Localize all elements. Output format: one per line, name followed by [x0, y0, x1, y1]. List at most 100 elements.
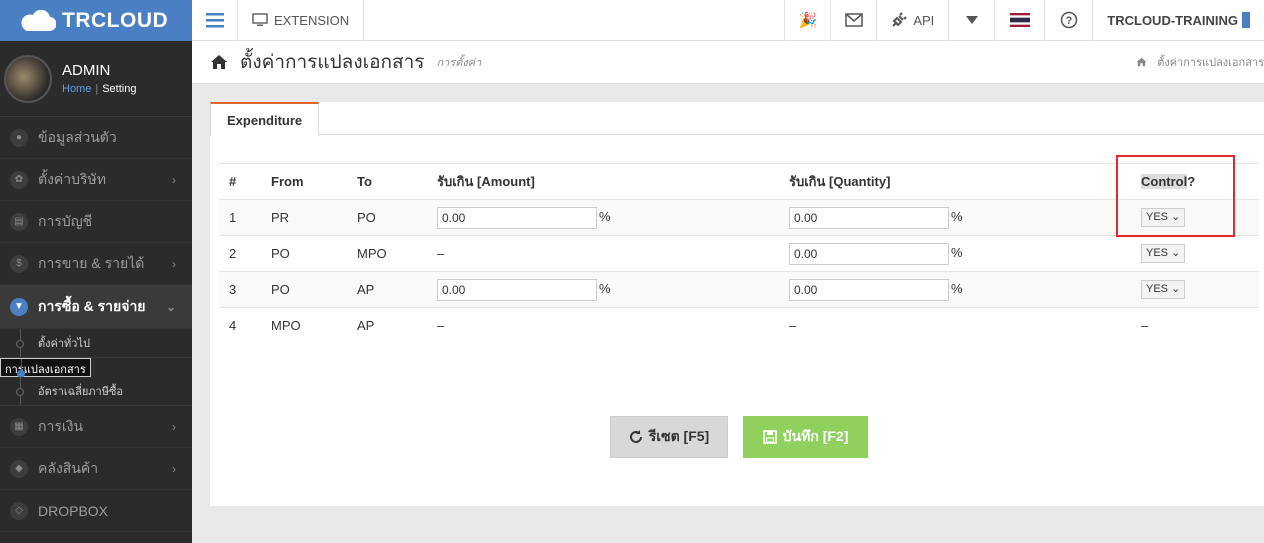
sidebar-item-label: การบัญชี [38, 212, 93, 229]
table-row: 4 MPO AP – – – [219, 307, 1259, 344]
quantity-cell: 0.00% [779, 271, 1131, 308]
sidebar-item-dropbox[interactable]: ◇ DROPBOX [0, 490, 192, 532]
extension-button[interactable]: EXTENSION [238, 0, 365, 41]
tab-expenditure[interactable]: Expenditure [210, 102, 320, 136]
top-navbar: EXTENSION 🎉 API ? TRCLOUD-TRAINING [192, 0, 1264, 41]
sidebar-item-label: DROPBOX [38, 502, 109, 519]
mail-button[interactable] [831, 0, 878, 41]
control-cell: – [1131, 307, 1259, 344]
chevron-right-icon: › [172, 461, 176, 476]
percent-label: % [951, 208, 963, 224]
user-icon: ● [10, 128, 28, 147]
sidebar-item-label: คลังสินค้า [38, 459, 99, 476]
user-menu[interactable]: TRCLOUD-TRAINING [1093, 0, 1264, 41]
sidebar-item-purchases[interactable]: ▼ การซื้อ & รายจ่าย ⌄ [0, 285, 192, 329]
chevron-down-icon: ⌄ [165, 299, 176, 314]
quantity-input[interactable]: 0.00 [789, 278, 949, 301]
row-num: 1 [219, 199, 261, 236]
control-select[interactable]: YES ⌄ [1141, 208, 1186, 227]
svg-text:?: ? [1065, 15, 1072, 27]
row-to: AP [347, 271, 427, 308]
control-value: YES [1146, 211, 1169, 223]
row-to: PO [347, 199, 427, 236]
quantity-input[interactable]: 0.00 [789, 242, 949, 265]
plug-icon [892, 12, 908, 27]
table-row: 2 PO MPO – 0.00% YES ⌄ [219, 235, 1259, 272]
control-cell: YES ⌄ [1131, 235, 1259, 272]
avatar[interactable] [4, 54, 52, 103]
tab-bar: Expenditure [210, 102, 1264, 136]
api-button[interactable]: API [877, 0, 950, 41]
page-subtitle: การตั้งค่า [436, 57, 482, 69]
sidebar-item-finance[interactable]: ▦ การเงิน › [0, 406, 192, 448]
control-select[interactable]: YES ⌄ [1141, 280, 1186, 299]
gear-icon: ✿ [10, 170, 28, 189]
quantity-cell: – [779, 307, 1131, 344]
col-to: To [347, 163, 427, 200]
sidebar-item-label: การขาย & รายได้ [38, 254, 145, 271]
language-button[interactable] [995, 0, 1046, 41]
row-from: PO [261, 271, 347, 308]
percent-label: % [599, 208, 611, 224]
amount-cell: – [427, 235, 779, 272]
table-row: 1 PR PO 0.00% 0.00% YES ⌄ [219, 199, 1259, 236]
sidebar-item-profile[interactable]: ● ข้อมูลส่วนตัว [0, 117, 192, 159]
party-popper-icon: 🎉 [798, 12, 818, 29]
save-label: บันทึก [F2] [782, 428, 849, 444]
col-amount: รับเกิน [Amount] [427, 163, 779, 200]
floppy-disk-icon [762, 430, 777, 444]
control-value: YES [1146, 283, 1169, 295]
chevron-down-icon: ⌄ [1171, 247, 1181, 259]
dollar-icon: $ [10, 254, 28, 273]
party-button[interactable]: 🎉 [785, 0, 832, 41]
table-row: 3 PO AP 0.00% 0.00% YES ⌄ [219, 271, 1259, 308]
col-quantity: รับเกิน [Quantity] [779, 163, 1131, 200]
sidebar-item-sales[interactable]: $ การขาย & รายได้ › [0, 243, 192, 285]
chevron-right-icon: › [172, 256, 176, 271]
menu-toggle-button[interactable] [192, 0, 238, 41]
profile-current: Setting [102, 83, 137, 95]
amount-input[interactable]: 0.00 [437, 206, 597, 229]
building-icon [1242, 12, 1250, 28]
breadcrumb: ตั้งค่าการแปลงเอกสาร [1136, 53, 1264, 71]
sidebar-subitem-label: อัตราเฉลี่ยภาษีซื้อ [38, 386, 124, 398]
save-button[interactable]: บันทึก [F2] [743, 416, 868, 458]
row-num: 4 [219, 307, 261, 344]
sidebar-item-accounting[interactable]: ▤ การบัญชี [0, 201, 192, 243]
sidebar: TRCLOUD ADMIN Home | Setting ● ข้อมูลส่วนตั… [0, 0, 192, 543]
row-from: PO [261, 235, 347, 272]
home-icon[interactable] [1136, 57, 1147, 67]
row-to: MPO [347, 235, 427, 272]
brand-logo[interactable]: TRCLOUD [0, 0, 192, 41]
user-label: TRCLOUD-TRAINING [1107, 12, 1238, 28]
sidebar-subitem-doc-conversion[interactable]: การแปลงเอกสาร [0, 358, 91, 378]
quantity-input[interactable]: 0.00 [789, 206, 949, 229]
sidebar-item-label: ข้อมูลส่วนตัว [38, 128, 117, 145]
sidebar-subitem-general[interactable]: ตั้งค่าทั่วไป [0, 329, 192, 358]
crumb-separator: | [95, 83, 99, 95]
api-label: API [913, 12, 935, 28]
dropdown-button[interactable] [949, 0, 996, 41]
sidebar-menu: ● ข้อมูลส่วนตัว ✿ ตั้งค่าบริษัท › ▤ การบัญชี… [0, 117, 192, 532]
book-icon: ▤ [10, 212, 28, 231]
app: TRCLOUD ADMIN Home | Setting ● ข้อมูลส่วนตั… [0, 0, 1264, 543]
profile-home-link[interactable]: Home [62, 83, 91, 95]
reset-button[interactable]: รีเซต [F5] [610, 416, 728, 458]
sidebar-item-label: การซื้อ & รายจ่าย [38, 297, 146, 314]
sidebar-item-company-settings[interactable]: ✿ ตั้งค่าบริษัท › [0, 159, 192, 201]
sidebar-item-label: ตั้งค่าบริษัท [38, 170, 107, 187]
col-from: From [261, 163, 347, 200]
percent-label: % [599, 280, 611, 296]
dropbox-icon: ◇ [10, 501, 28, 520]
amount-input[interactable]: 0.00 [437, 278, 597, 301]
quantity-cell: 0.00% [779, 199, 1131, 236]
row-num: 2 [219, 235, 261, 272]
brand-name: TRCLOUD [62, 8, 169, 32]
home-icon[interactable] [210, 54, 228, 70]
help-button[interactable]: ? [1045, 0, 1094, 41]
control-select[interactable]: YES ⌄ [1141, 244, 1186, 263]
sidebar-subitem-vat-rate[interactable]: อัตราเฉลี่ยภาษีซื้อ [0, 377, 192, 406]
sidebar-item-inventory[interactable]: ◆ คลังสินค้า › [0, 448, 192, 490]
control-value: YES [1146, 247, 1169, 259]
reset-label: รีเซต [F5] [648, 428, 710, 444]
